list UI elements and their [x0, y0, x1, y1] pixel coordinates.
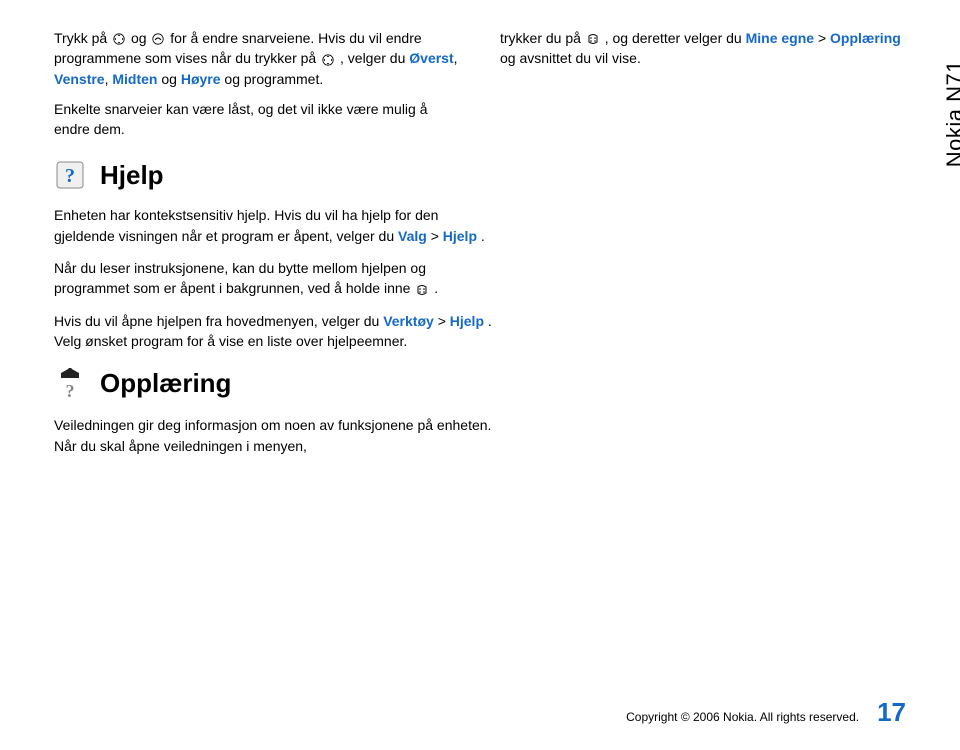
link-right: Høyre: [181, 71, 221, 87]
dpad-icon: [112, 32, 126, 46]
text: og avsnittet du vil vise.: [500, 50, 641, 66]
text: trykker du på: [500, 30, 585, 46]
link-help: Hjelp: [443, 228, 477, 244]
copyright-text: Copyright © 2006 Nokia. All rights reser…: [626, 710, 859, 724]
help-section-header: ? Hjelp: [54, 159, 906, 191]
page-footer: Copyright © 2006 Nokia. All rights reser…: [626, 697, 906, 728]
link-tutorial: Opplæring: [830, 30, 901, 46]
tutorial-icon: ?: [54, 365, 86, 401]
svg-text:?: ?: [65, 165, 75, 187]
text: Når du leser instruksjonene, kan du bytt…: [54, 260, 426, 296]
text: , og deretter velger du: [605, 30, 746, 46]
text: , velger du: [340, 50, 409, 66]
menu-key-icon: [415, 283, 429, 297]
link-my-own: Mine egne: [746, 30, 814, 46]
intro-left-column: Trykk på og for å endre snarveiene. Hvis…: [54, 28, 460, 139]
text: Enheten har kontekstsensitiv hjelp. Hvis…: [54, 207, 438, 243]
text: .: [481, 228, 485, 244]
link-top: Øverst: [409, 50, 453, 66]
link-middle: Midten: [112, 71, 157, 87]
svg-text:?: ?: [66, 381, 75, 401]
tutorial-title: Opplæring: [100, 368, 231, 399]
side-device-label: Nokia N71: [942, 60, 960, 167]
intro-right-column: trykker du på , og deretter velger du Mi…: [500, 28, 906, 139]
menu-key-icon: [586, 32, 600, 46]
text: >: [431, 228, 443, 244]
selection-key-icon: [151, 32, 165, 46]
link-left: Venstre: [54, 71, 105, 87]
dpad-icon: [321, 53, 335, 67]
tutorial-section-header: ? Opplæring: [54, 365, 906, 401]
help-paragraph-3: Hvis du vil åpne hjelpen fra hovedmenyen…: [54, 311, 494, 352]
page-number: 17: [877, 697, 906, 728]
paragraph-open-tutorial: trykker du på , og deretter velger du Mi…: [500, 28, 906, 69]
text: .: [434, 280, 438, 296]
tutorial-paragraph-1: Veiledningen gir deg informasjon om noen…: [54, 415, 494, 456]
text: Hvis du vil åpne hjelpen fra hovedmenyen…: [54, 313, 383, 329]
text: Trykk på: [54, 30, 111, 46]
help-icon: ?: [54, 159, 86, 191]
help-title: Hjelp: [100, 160, 164, 191]
help-paragraph-2: Når du leser instruksjonene, kan du bytt…: [54, 258, 494, 299]
help-paragraph-1: Enheten har kontekstsensitiv hjelp. Hvis…: [54, 205, 494, 246]
text: og: [131, 30, 150, 46]
link-tools: Verktøy: [383, 313, 434, 329]
link-help: Hjelp: [450, 313, 484, 329]
paragraph-shortcuts: Trykk på og for å endre snarveiene. Hvis…: [54, 28, 460, 89]
paragraph-locked-shortcuts: Enkelte snarveier kan være låst, og det …: [54, 99, 460, 140]
link-options: Valg: [398, 228, 427, 244]
text: >: [818, 30, 830, 46]
text: og programmet.: [224, 71, 323, 87]
text: >: [438, 313, 450, 329]
